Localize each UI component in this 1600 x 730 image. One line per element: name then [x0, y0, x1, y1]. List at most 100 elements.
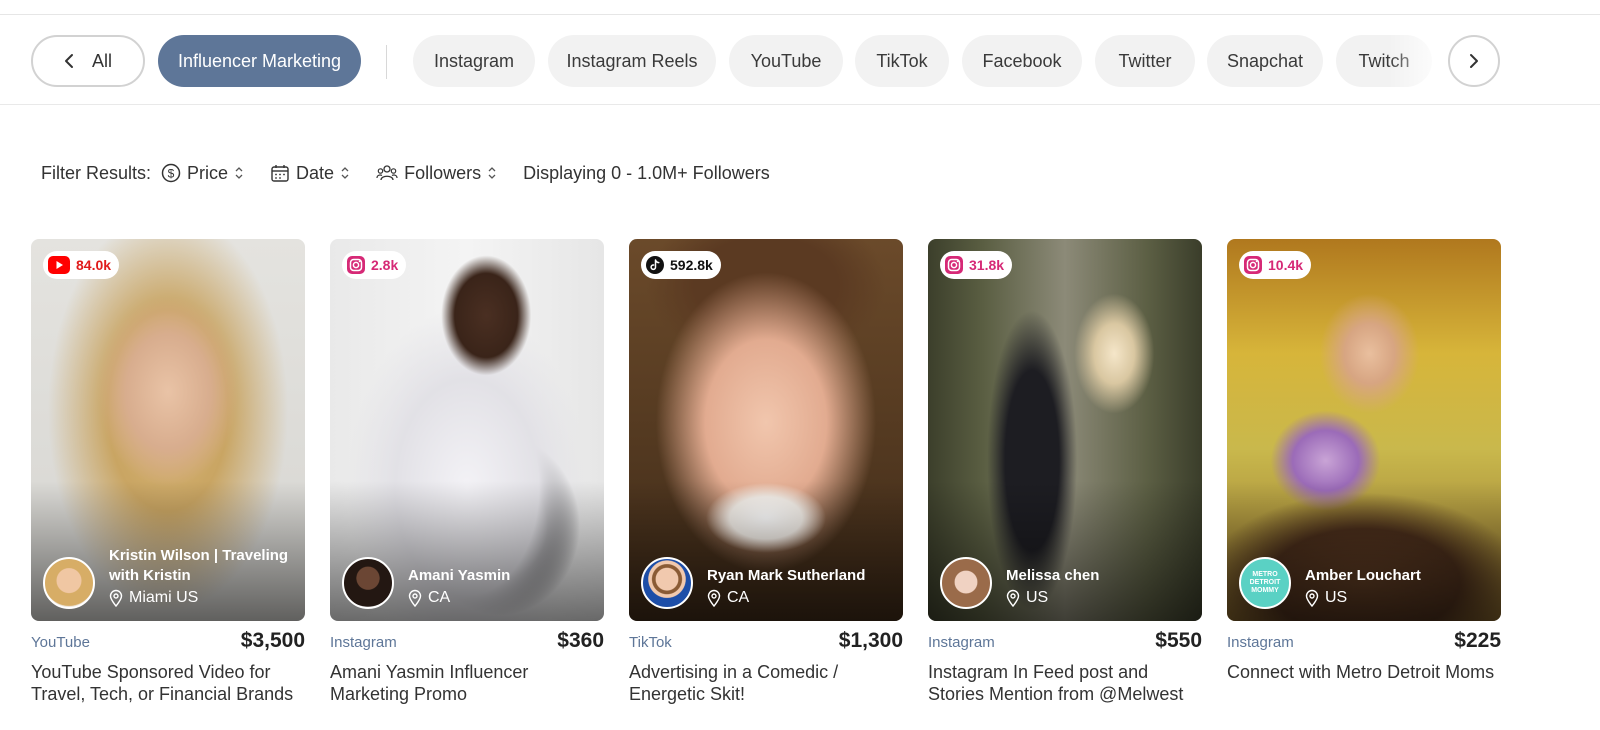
platform-pill-label: Instagram Reels — [566, 50, 698, 71]
creator-name[interactable]: Ryan Mark Sutherland — [707, 566, 865, 586]
metro-detroit-mommy-logo[interactable]: METRO DETROIT MOMMY — [1239, 557, 1291, 609]
followers-count: 84.0k — [76, 257, 112, 273]
location-text: Miami US — [129, 589, 199, 606]
listing-thumbnail[interactable]: 84.0k Kristin Wilson | Traveling with Kr… — [31, 239, 305, 621]
location-pin-icon — [408, 589, 422, 607]
users-icon — [376, 163, 398, 183]
date-filter[interactable]: Date — [270, 163, 350, 184]
youtube-icon — [48, 256, 70, 274]
platform-pill-twitch[interactable]: Twitch — [1336, 35, 1432, 87]
svg-text:$: $ — [168, 167, 175, 181]
listing-title[interactable]: YouTube Sponsored Video for Travel, Tech… — [31, 661, 305, 705]
creator-location: US — [1305, 589, 1421, 607]
calendar-icon — [270, 163, 290, 183]
platform-pill-twitter[interactable]: Twitter — [1095, 35, 1195, 87]
platform-pill-label: Twitter — [1118, 50, 1172, 71]
platform-pill-facebook[interactable]: Facebook — [962, 35, 1082, 87]
creator-info: Melissa chen US — [940, 557, 1192, 609]
listing-thumbnail[interactable]: 10.4k METRO DETROIT MOMMY Amber Louchart… — [1227, 239, 1501, 621]
date-filter-label: Date — [296, 162, 335, 183]
followers-badge: 2.8k — [342, 251, 407, 279]
creator-location: CA — [408, 589, 510, 607]
category-influencer-marketing[interactable]: Influencer Marketing — [158, 35, 361, 87]
all-categories-button[interactable]: All — [31, 35, 145, 87]
creator-name[interactable]: Amber Louchart — [1305, 566, 1421, 586]
listing-thumbnail[interactable]: 31.8k Melissa chen US — [928, 239, 1202, 621]
platform-pill-label: Snapchat — [1226, 50, 1304, 71]
creator-location: US — [1006, 589, 1099, 607]
listing-thumbnail[interactable]: 2.8k Amani Yasmin CA — [330, 239, 604, 621]
listing-platform[interactable]: Instagram — [330, 634, 397, 651]
listing-platform[interactable]: YouTube — [31, 634, 90, 651]
followers-count: 2.8k — [371, 257, 399, 273]
location-text: US — [1026, 589, 1049, 606]
avatar[interactable] — [940, 557, 992, 609]
sort-toggle-icon — [487, 166, 497, 180]
listing-card[interactable]: 2.8k Amani Yasmin CA Instagram $360 Aman… — [330, 239, 604, 705]
platform-pill-label: Facebook — [982, 50, 1062, 71]
location-text: CA — [428, 589, 451, 606]
listing-card[interactable]: 592.8k Ryan Mark Sutherland CA TikTok $1… — [629, 239, 903, 705]
followers-badge: 592.8k — [641, 251, 721, 279]
location-text: US — [1325, 589, 1348, 606]
creator-info: Amani Yasmin CA — [342, 557, 594, 609]
instagram-icon — [945, 256, 963, 274]
location-pin-icon — [1006, 589, 1020, 607]
platform-pill-label: Instagram — [433, 50, 515, 71]
avatar[interactable] — [43, 557, 95, 609]
category-active-label: Influencer Marketing — [177, 50, 342, 71]
listing-price: $1,300 — [838, 629, 903, 652]
listing-platform[interactable]: Instagram — [928, 634, 995, 651]
creator-location: CA — [707, 589, 865, 607]
platform-pill-snapchat[interactable]: Snapchat — [1207, 35, 1323, 87]
listing-title[interactable]: Connect with Metro Detroit Moms — [1227, 661, 1501, 683]
listing-title[interactable]: Instagram In Feed post and Stories Menti… — [928, 661, 1202, 705]
price-filter[interactable]: $ Price — [161, 163, 244, 184]
logo-text: METRO DETROIT MOMMY — [1249, 571, 1281, 594]
chevron-right-icon — [1469, 53, 1479, 69]
creator-location: Miami US — [109, 589, 295, 607]
creator-info: METRO DETROIT MOMMY Amber Louchart US — [1239, 557, 1491, 609]
listing-price: $225 — [1454, 629, 1501, 652]
platform-pill-instagram-reels[interactable]: Instagram Reels — [548, 35, 716, 87]
avatar[interactable] — [641, 557, 693, 609]
listing-thumbnail[interactable]: 592.8k Ryan Mark Sutherland CA — [629, 239, 903, 621]
location-pin-icon — [707, 589, 721, 607]
filter-row: Filter Results: $ Price Date Followers D… — [41, 160, 770, 186]
location-pin-icon — [109, 589, 123, 607]
dollar-circle-icon: $ — [161, 163, 181, 183]
sort-toggle-icon — [234, 166, 244, 180]
creator-info: Kristin Wilson | Traveling with Kristin … — [43, 546, 295, 609]
listing-title[interactable]: Amani Yasmin Influencer Marketing Promo — [330, 661, 604, 705]
followers-filter-label: Followers — [404, 162, 482, 183]
filter-results-label: Filter Results: — [41, 162, 152, 183]
listing-card[interactable]: 31.8k Melissa chen US Instagram $550 Ins… — [928, 239, 1202, 705]
chevron-left-icon — [64, 53, 74, 69]
sort-toggle-icon — [340, 166, 350, 180]
avatar[interactable] — [342, 557, 394, 609]
listing-platform[interactable]: TikTok — [629, 634, 672, 651]
creator-name[interactable]: Amani Yasmin — [408, 566, 510, 586]
listing-price: $360 — [557, 629, 604, 652]
platform-pill-youtube[interactable]: YouTube — [729, 35, 843, 87]
creator-name[interactable]: Melissa chen — [1006, 566, 1099, 586]
location-pin-icon — [1305, 589, 1319, 607]
instagram-icon — [1244, 256, 1262, 274]
listing-title[interactable]: Advertising in a Comedic / Energetic Ski… — [629, 661, 903, 705]
followers-badge: 31.8k — [940, 251, 1013, 279]
platform-pill-instagram[interactable]: Instagram — [413, 35, 535, 87]
creator-name[interactable]: Kristin Wilson | Traveling with Kristin — [109, 546, 295, 586]
instagram-icon — [347, 256, 365, 274]
platform-pill-tiktok[interactable]: TikTok — [855, 35, 949, 87]
followers-filter[interactable]: Followers — [376, 163, 497, 184]
listing-card[interactable]: 84.0k Kristin Wilson | Traveling with Kr… — [31, 239, 305, 705]
location-text: CA — [727, 589, 750, 606]
category-divider — [386, 45, 387, 79]
category-next-button[interactable] — [1448, 35, 1500, 87]
listing-price: $550 — [1155, 629, 1202, 652]
listing-platform[interactable]: Instagram — [1227, 634, 1294, 651]
category-bar: All Influencer Marketing Instagram Insta… — [0, 15, 1600, 105]
listing-card[interactable]: 10.4k METRO DETROIT MOMMY Amber Louchart… — [1227, 239, 1501, 683]
platform-pill-label: YouTube — [750, 50, 822, 71]
followers-range-text: Displaying 0 - 1.0M+ Followers — [523, 162, 770, 183]
